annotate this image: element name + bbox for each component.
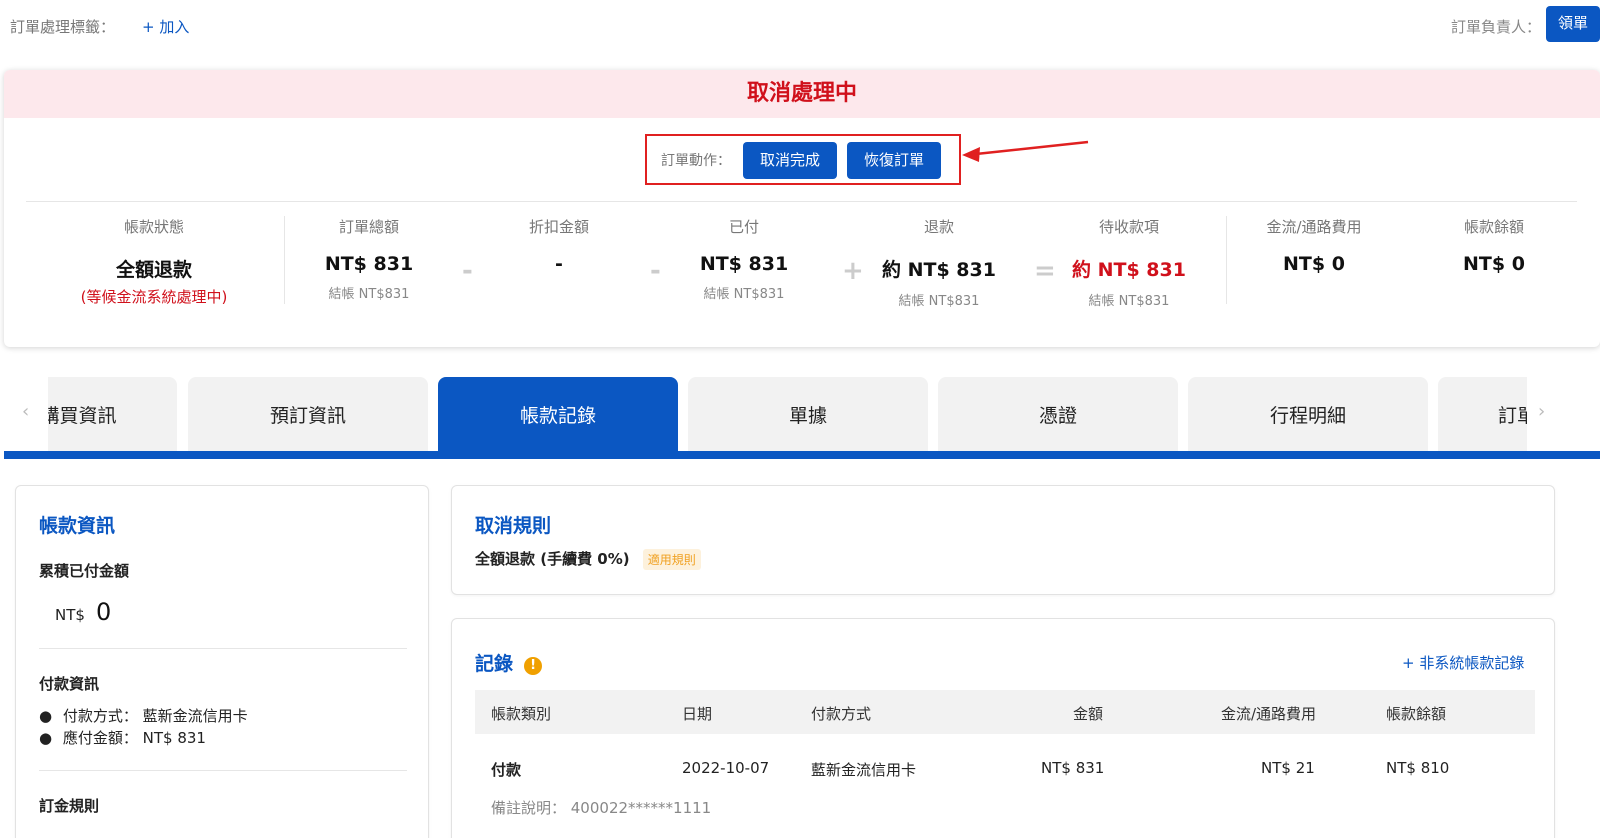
warning-icon[interactable]: ! <box>524 656 543 675</box>
order-owner-label: 訂單負責人： <box>1451 18 1542 36</box>
summary-title: 待收款項 <box>1098 218 1159 236</box>
cancel-rules-title: 取消規則 <box>475 515 552 537</box>
cell-type: 付款 <box>491 761 522 779</box>
tab-account-records[interactable]: 帳款記錄 <box>438 377 678 451</box>
minus-operator: - <box>462 256 473 286</box>
status-header: 取消處理中 <box>4 70 1600 118</box>
claim-order-button[interactable]: 領單 <box>1546 6 1600 42</box>
summary-value: NT$ 0 <box>1463 253 1525 275</box>
summary-note: (等候金流系統處理中) <box>80 288 228 306</box>
summary-sub: 結帳 NT$831 <box>1088 294 1170 309</box>
order-tag-label: 訂單處理標籤： <box>10 18 116 36</box>
column-header: 付款方式 <box>811 705 872 723</box>
cancel-rule-text: 全額退款 (手續費 0%) <box>475 550 630 568</box>
records-header: 記錄 ! <box>475 649 543 676</box>
summary-discount: 折扣金額 - <box>499 216 619 275</box>
cancel-complete-button[interactable]: 取消完成 <box>743 142 837 179</box>
summary-balance: 帳款餘額 NT$ 0 <box>1434 216 1554 275</box>
summary-order-total: 訂單總額 NT$ 831 結帳 NT$831 <box>304 216 434 302</box>
minus-operator: - <box>650 256 661 286</box>
bullet-icon: ● <box>39 707 53 725</box>
summary-gateway-fee: 金流/通路費用 NT$ 0 <box>1249 216 1379 275</box>
section-divider <box>39 770 407 771</box>
column-header: 金額 <box>1073 705 1104 723</box>
summary-value: NT$ 0 <box>1283 253 1345 275</box>
summary-account-status: 帳款狀態 全額退款 (等候金流系統處理中) <box>74 216 234 307</box>
summary-title: 已付 <box>728 218 759 236</box>
summary-sub: 結帳 NT$831 <box>703 287 785 302</box>
cell-fee: NT$ 21 <box>1261 759 1315 777</box>
summary-title: 帳款餘額 <box>1463 218 1524 236</box>
summary-sub: 結帳 NT$831 <box>328 287 410 302</box>
payment-method-item: ● 付款方式： 藍新金流信用卡 <box>39 705 248 726</box>
add-tag-link[interactable]: + 加入 <box>142 16 189 37</box>
summary-sub: 結帳 NT$831 <box>898 294 980 309</box>
summary-receivable: 待收款項 約 NT$ 831 結帳 NT$831 <box>1054 216 1204 309</box>
restore-order-button[interactable]: 恢復訂單 <box>847 142 941 179</box>
order-actions-box: 訂單動作： 取消完成 恢復訂單 <box>645 134 961 185</box>
tab-documents[interactable]: 單據 <box>688 377 928 451</box>
cancel-rules-panel: 取消規則 全額退款 (手續費 0%) 適用規則 <box>451 485 1555 595</box>
order-status-card: 取消處理中 訂單動作： 取消完成 恢復訂單 帳款狀態 全額退款 (等候金流系統處… <box>4 70 1600 347</box>
tab-purchase-info[interactable]: 購買資訊 <box>48 377 177 451</box>
chevron-right-icon[interactable]: › <box>1538 401 1545 422</box>
account-info-title: 帳款資訊 <box>39 515 116 537</box>
summary-value: NT$ 831 <box>324 253 414 275</box>
payment-info-label: 付款資訊 <box>39 675 100 693</box>
annotation-arrow-icon <box>962 140 1089 162</box>
summary-value: - <box>555 253 563 275</box>
column-header: 金流/通路費用 <box>1221 705 1317 723</box>
summary-title: 金流/通路費用 <box>1266 218 1362 236</box>
accumulated-paid-label: 累積已付金額 <box>39 562 130 580</box>
cell-amount: NT$ 831 <box>1041 759 1105 777</box>
equals-operator: = <box>1034 256 1056 286</box>
payable-amount-text: 應付金額： NT$ 831 <box>62 729 206 747</box>
currency-label: NT$ <box>55 606 85 624</box>
records-title: 記錄 <box>475 653 514 675</box>
tab-itinerary[interactable]: 行程明細 <box>1188 377 1428 451</box>
summary-value: NT$ 831 <box>699 253 789 275</box>
tab-booking-info[interactable]: 預訂資訊 <box>188 377 428 451</box>
section-divider <box>39 648 407 649</box>
tab-order[interactable]: 訂單 <box>1438 377 1527 451</box>
summary-title: 退款 <box>923 218 954 236</box>
summary-divider <box>26 201 1577 202</box>
cell-balance: NT$ 810 <box>1386 759 1450 777</box>
applied-rule-badge: 適用規則 <box>642 549 701 570</box>
summary-refund: 退款 約 NT$ 831 結帳 NT$831 <box>864 216 1014 309</box>
add-non-system-record-link[interactable]: + 非系統帳款記錄 <box>1402 652 1524 673</box>
top-bar: 訂單處理標籤： + 加入 訂單負責人： 領單 <box>0 0 1600 50</box>
tab-vouchers[interactable]: 憑證 <box>938 377 1178 451</box>
summary-separator <box>1226 216 1227 304</box>
summary-title: 折扣金額 <box>528 218 589 236</box>
summary-value: 約 NT$ 831 <box>882 259 996 281</box>
cell-method: 藍新金流信用卡 <box>811 761 917 779</box>
payable-amount-item: ● 應付金額： NT$ 831 <box>39 727 206 748</box>
cell-date: 2022-10-07 <box>682 759 770 777</box>
chevron-left-icon[interactable]: ‹ <box>22 401 29 422</box>
order-action-label: 訂單動作： <box>661 153 731 169</box>
tab-underline <box>4 451 1600 459</box>
bullet-icon: ● <box>39 729 53 747</box>
records-panel: 記錄 ! + 非系統帳款記錄 帳款類別 日期 付款方式 金額 金流/通路費用 帳… <box>451 618 1555 838</box>
tab-bar: ‹ 購買資訊 預訂資訊 帳款記錄 單據 憑證 行程明細 訂單 › <box>4 377 1600 461</box>
deposit-rules-label: 訂金規則 <box>39 797 100 815</box>
column-header: 日期 <box>682 705 713 723</box>
column-header: 帳款類別 <box>491 705 552 723</box>
summary-separator <box>284 216 285 304</box>
plus-operator: + <box>842 256 864 286</box>
cancel-rule-row: 全額退款 (手續費 0%) 適用規則 <box>475 548 701 570</box>
accumulated-paid-amount: NT$ 0 <box>55 598 111 626</box>
column-header: 帳款餘額 <box>1386 705 1447 723</box>
summary-paid: 已付 NT$ 831 結帳 NT$831 <box>679 216 809 302</box>
payment-method-text: 付款方式： 藍新金流信用卡 <box>62 707 248 725</box>
records-table-header: 帳款類別 日期 付款方式 金額 金流/通路費用 帳款餘額 <box>475 690 1535 734</box>
summary-value: 全額退款 <box>115 259 192 281</box>
summary-value: 約 NT$ 831 <box>1072 259 1186 281</box>
summary-title: 訂單總額 <box>338 218 399 236</box>
cell-note: 備註說明： 400022******1111 <box>491 799 712 817</box>
summary-title: 帳款狀態 <box>123 218 184 236</box>
accumulated-paid-value: 0 <box>96 598 112 626</box>
account-info-panel: 帳款資訊 累積已付金額 NT$ 0 付款資訊 ● 付款方式： 藍新金流信用卡 ●… <box>15 485 429 838</box>
